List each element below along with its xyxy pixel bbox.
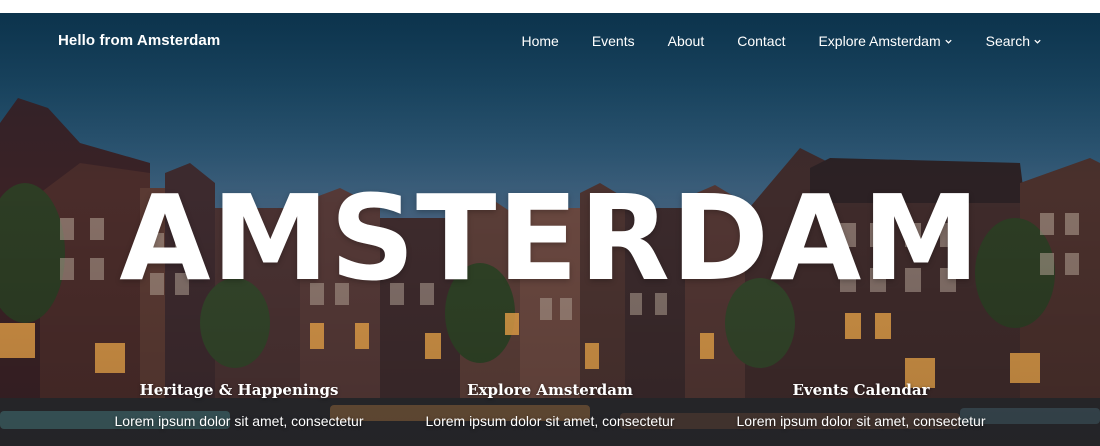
feature-text: Lorem ipsum dolor sit amet, consectetur: [114, 413, 364, 429]
chevron-down-icon: [1034, 39, 1041, 44]
nav-explore-amsterdam-label: Explore Amsterdam: [818, 33, 941, 49]
nav-search-label: Search: [985, 33, 1030, 49]
nav-contact-label: Contact: [737, 33, 786, 49]
nav-contact[interactable]: Contact: [737, 33, 785, 49]
hero-title: AMSTERDAM: [119, 169, 981, 307]
feature-explore: Explore Amsterdam Lorem ipsum dolor sit …: [400, 381, 700, 429]
feature-text: Lorem ipsum dolor sit amet, consectetur: [425, 413, 675, 429]
feature-title[interactable]: Events Calendar: [711, 381, 1011, 399]
nav-home-label: Home: [521, 33, 559, 49]
feature-text: Lorem ipsum dolor sit amet, consectetur: [736, 413, 986, 429]
feature-events-calendar: Events Calendar Lorem ipsum dolor sit am…: [711, 381, 1011, 429]
feature-title[interactable]: Heritage & Happenings: [89, 381, 389, 399]
nav-search[interactable]: Search: [986, 33, 1042, 49]
main-nav: Home Events About Contact Explore Amster…: [488, 33, 1042, 49]
nav-home[interactable]: Home: [521, 33, 558, 49]
nav-explore-amsterdam[interactable]: Explore Amsterdam: [818, 33, 952, 49]
feature-title[interactable]: Explore Amsterdam: [400, 381, 700, 399]
chevron-down-icon: [944, 39, 952, 44]
site-title[interactable]: Hello from Amsterdam: [58, 32, 220, 49]
nav-events[interactable]: Events: [592, 33, 635, 49]
nav-about[interactable]: About: [668, 33, 705, 49]
nav-about-label: About: [667, 33, 705, 49]
feature-heritage: Heritage & Happenings Lorem ipsum dolor …: [89, 381, 389, 429]
nav-events-label: Events: [591, 33, 635, 49]
